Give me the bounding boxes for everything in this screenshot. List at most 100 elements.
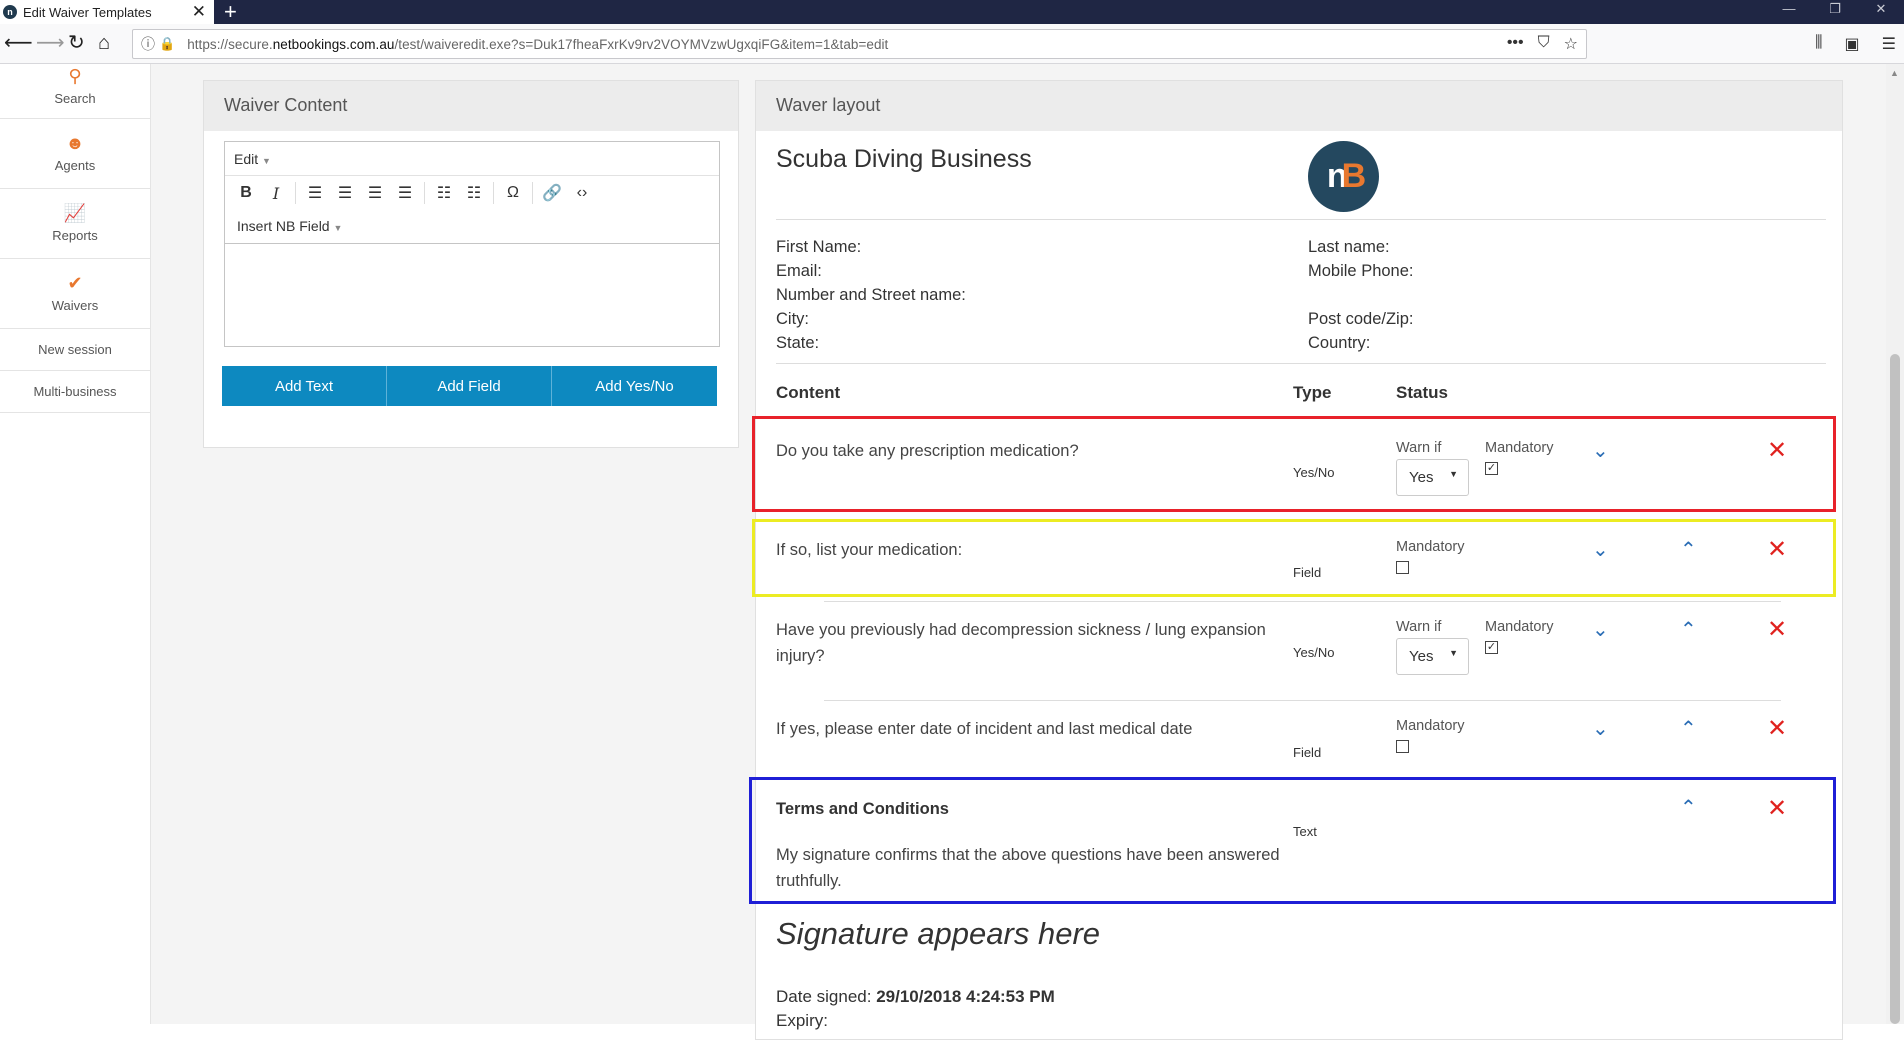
editor-toolbar: B I ☰ ☰ ☰ ☰ ☷ ☷ Ω 🔗 ‹› [225,176,719,210]
row-3-mandatory-checkbox[interactable]: ✓ [1485,641,1498,654]
window-controls: — ❐ ✕ [1766,0,1904,24]
row-4-mandatory-label: Mandatory [1396,718,1465,734]
scrollbar-thumb[interactable] [1890,354,1900,1024]
page-scrollbar[interactable]: ▲ [1886,64,1904,1024]
library-icon[interactable]: ⫼ [1815,34,1822,54]
numbered-list-icon[interactable]: ☷ [459,183,489,203]
sidebar-item-label: New session [38,342,112,357]
sidebar-item-agents[interactable]: ☻ Agents [0,119,150,189]
delete-icon[interactable]: ✕ [1767,717,1787,741]
rich-text-editor: Edit ▼ B I ☰ ☰ ☰ ☰ ☷ ☷ Ω 🔗 ‹› Insert NB … [224,141,720,347]
add-field-button[interactable]: Add Field [387,366,552,406]
sidebar-item-reports[interactable]: 📈 Reports [0,189,150,259]
sidebar-item-new-session[interactable]: New session [0,329,150,371]
bold-icon[interactable]: B [231,184,261,202]
new-tab-icon[interactable]: + [224,0,237,25]
sidebar-item-label: Agents [54,158,96,173]
url-text: https://secure.netbookings.com.au/test/w… [187,36,889,52]
add-yes-no-button[interactable]: Add Yes/No [552,366,717,406]
sidebar-item-multi-business[interactable]: Multi-business [0,371,150,413]
close-window-icon[interactable]: ✕ [1858,0,1904,24]
chevron-down-icon: ▼ [1449,648,1458,658]
align-center-icon[interactable]: ☰ [330,183,360,203]
sidebar-item-label: Search [54,91,96,106]
row-4-content: If yes, please enter date of incident an… [776,720,1193,738]
row-4-mandatory-checkbox[interactable] [1396,740,1409,753]
field-first-name: First Name: [776,238,862,256]
forward-icon[interactable]: ⟶ [36,32,65,54]
scroll-up-icon[interactable]: ▲ [1890,68,1899,78]
insert-nb-field-menu[interactable]: Insert NB Field ▼ [225,210,719,244]
field-city: City: [776,310,809,328]
sidebar-toggle-icon[interactable]: ▣ [1845,34,1860,54]
editor-menu[interactable]: Edit ▼ [225,142,719,176]
align-right-icon[interactable]: ☰ [360,183,390,203]
agent-icon: ☻ [65,133,85,153]
field-last-name: Last name: [1308,238,1390,256]
row-3-content-line: injury? [776,647,825,665]
align-left-icon[interactable]: ☰ [300,183,330,203]
row-3-type: Yes/No [1293,645,1335,660]
add-text-button[interactable]: Add Text [222,366,387,406]
browser-tab[interactable]: n Edit Waiver Templates ✕ [0,0,214,24]
chart-icon: 📈 [63,203,87,223]
code-icon[interactable]: ‹› [567,184,597,202]
chevron-down-icon: ▼ [262,156,271,166]
business-name: Scuba Diving Business [776,145,1032,173]
delete-icon[interactable]: ✕ [1767,618,1787,642]
toolbar-divider [532,182,533,204]
move-up-icon[interactable]: ⌃ [1680,620,1697,640]
sidebar-item-label: Waivers [51,298,99,313]
home-icon[interactable]: ⌂ [98,32,110,54]
highlight-yellow-box [752,519,1836,597]
restore-icon[interactable]: ❐ [1812,0,1858,24]
check-icon: ✔ [67,273,83,293]
field-state: State: [776,334,820,352]
move-up-icon[interactable]: ⌃ [1680,719,1697,739]
field-mobile-phone: Mobile Phone: [1308,262,1414,280]
bookmark-star-icon[interactable]: ☆ [1564,34,1578,54]
row-3-mandatory-label: Mandatory [1485,619,1554,635]
link-icon[interactable]: 🔗 [537,183,567,203]
sidebar-item-search[interactable]: ⚲ Search [0,64,150,119]
address-bar[interactable]: ⓘ 🔒 https://secure.netbookings.com.au/te… [132,29,1587,59]
field-street: Number and Street name: [776,286,966,304]
date-signed-label: Date signed: [776,987,872,1006]
column-header-status: Status [1396,383,1448,402]
align-justify-icon[interactable]: ☰ [390,183,420,203]
move-down-icon[interactable]: ⌄ [1592,620,1609,640]
highlight-red-box [752,416,1836,512]
sidebar: ⚲ Search ☻ Agents 📈 Reports ✔ Waivers Ne… [0,64,151,1024]
row-3-content-line: Have you previously had decompression si… [776,621,1266,639]
minimize-icon[interactable]: — [1766,0,1812,24]
toolbar-divider [424,182,425,204]
back-icon[interactable]: ⟵ [4,32,33,54]
pocket-icon[interactable]: ⛉ [1538,34,1550,54]
browser-tabbar: n Edit Waiver Templates ✕ + — ❐ ✕ [0,0,1904,24]
divider [776,363,1826,364]
move-down-icon[interactable]: ⌄ [1592,719,1609,739]
panel-title: Waiver Content [204,81,738,131]
sidebar-item-waivers[interactable]: ✔ Waivers [0,259,150,329]
add-buttons: Add Text Add Field Add Yes/No [222,366,717,406]
site-info-icon[interactable]: ⓘ [141,34,155,54]
browser-navbar: ⟵ ⟶ ↻ ⌂ ⓘ 🔒 https://secure.netbookings.c… [0,24,1904,64]
bullet-list-icon[interactable]: ☷ [429,183,459,203]
italic-icon[interactable]: I [261,184,291,203]
special-char-icon[interactable]: Ω [498,184,528,202]
select-value: Yes [1409,648,1434,665]
editor-body[interactable] [225,244,719,346]
menu-icon[interactable]: ☰ [1882,34,1896,54]
date-signed-value: 29/10/2018 4:24:53 PM [876,987,1055,1006]
row-3-warn-select[interactable]: Yes ▼ [1396,638,1469,675]
panel-title: Waver layout [756,81,1842,131]
search-icon: ⚲ [68,66,82,86]
edit-menu-label: Edit [234,151,259,167]
tab-title: Edit Waiver Templates [23,4,152,20]
more-actions-icon[interactable]: ••• [1507,34,1524,54]
waiver-content-panel: Waiver Content Edit ▼ B I ☰ ☰ ☰ ☰ ☷ ☷ Ω … [203,80,739,448]
close-tab-icon[interactable]: ✕ [192,2,206,22]
reload-icon[interactable]: ↻ [68,32,85,54]
business-logo: nB [1308,141,1379,212]
row-divider [824,700,1781,701]
